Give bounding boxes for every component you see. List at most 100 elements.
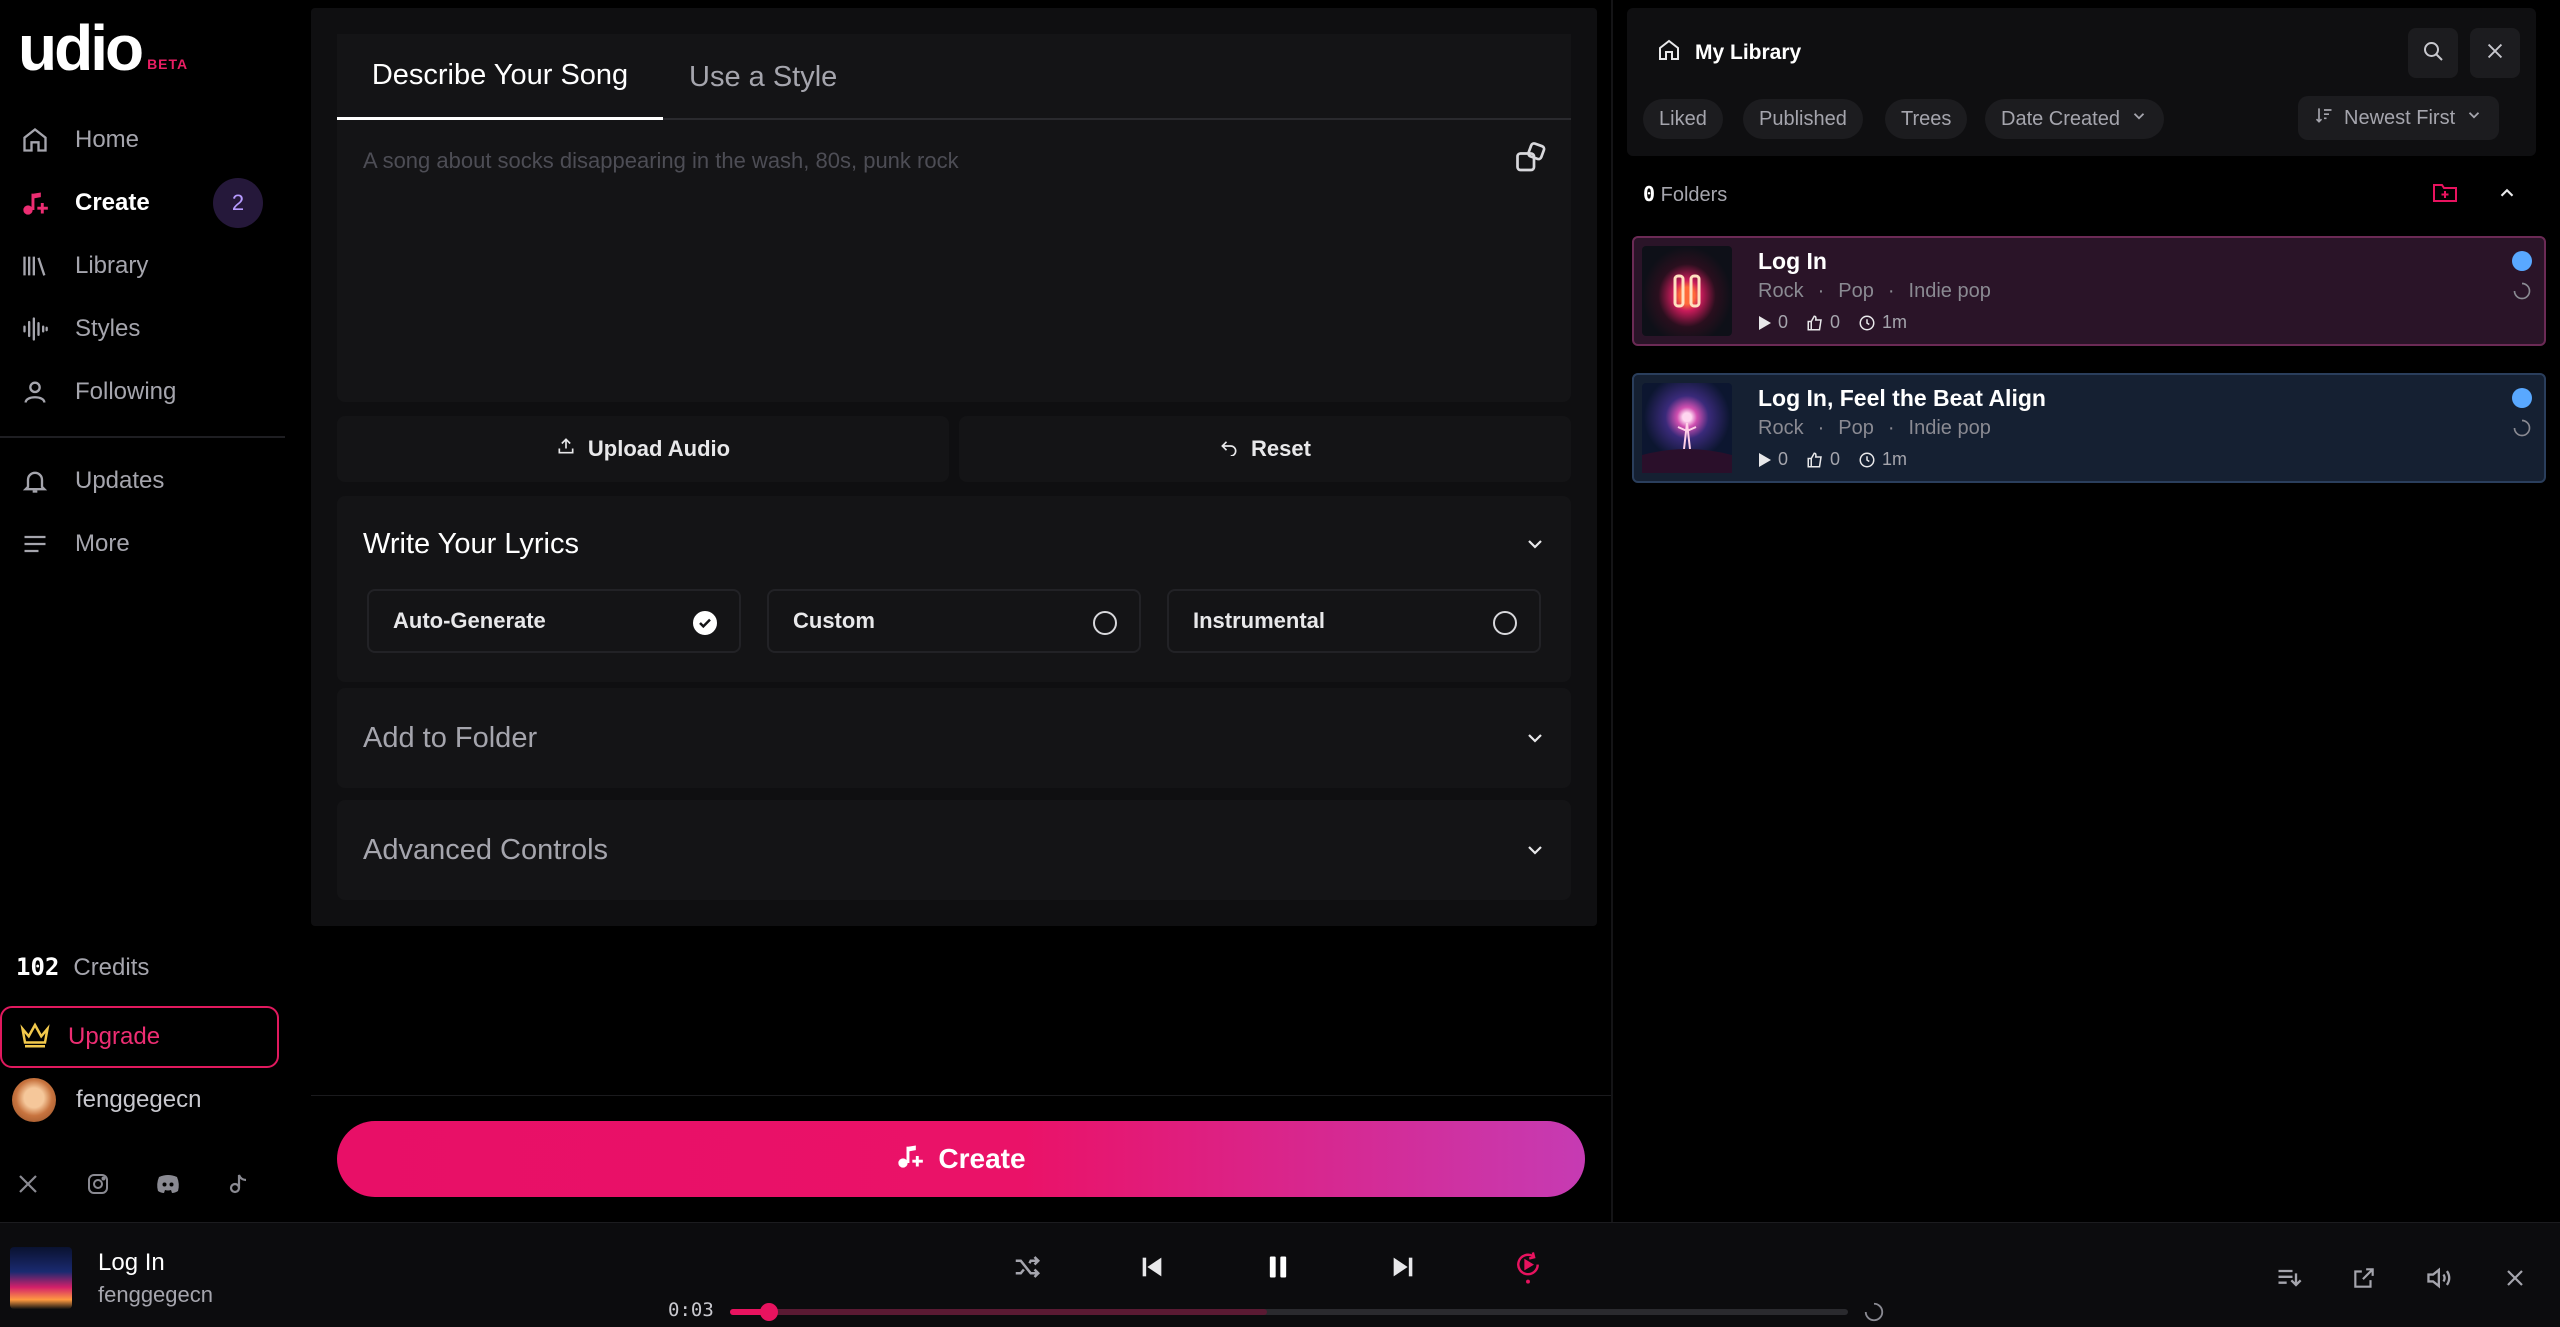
now-playing-title[interactable]: Log In	[98, 1249, 165, 1277]
composer-tabs: Describe Your Song Use a Style	[337, 34, 1571, 120]
create-button[interactable]: Create	[337, 1121, 1585, 1197]
previous-icon[interactable]	[1130, 1245, 1174, 1289]
nav-styles[interactable]: Styles	[0, 301, 285, 357]
folders-count: 0 Folders	[1643, 182, 1727, 207]
tab-describe-your-song[interactable]: Describe Your Song	[337, 34, 663, 120]
music-plus-icon	[896, 1142, 924, 1177]
song-item-log-in[interactable]: Log In Rock · Pop · Indie pop 0 0 1m	[1632, 236, 2546, 346]
nav-following-label: Following	[75, 378, 177, 405]
search-icon	[2421, 39, 2445, 68]
home-icon	[1657, 38, 1681, 68]
filter-published[interactable]: Published	[1743, 99, 1863, 139]
duration-value: 1m	[1882, 449, 1908, 469]
tiktok-icon[interactable]	[224, 1170, 252, 1198]
instagram-icon[interactable]	[84, 1170, 112, 1198]
nav-following[interactable]: Following	[0, 364, 285, 420]
sort-icon	[2314, 105, 2334, 131]
logo-wordmark: udio	[18, 12, 144, 84]
status-dot	[2512, 251, 2532, 271]
search-button[interactable]	[2408, 28, 2458, 78]
song-tag[interactable]: Rock	[1758, 417, 1804, 440]
sidebar: udio BETA Home Create 2 Library Styles F…	[0, 0, 290, 1222]
discord-icon[interactable]	[154, 1170, 182, 1198]
play-count: 0	[1758, 449, 1788, 470]
sort-dropdown[interactable]: Newest First	[2298, 96, 2500, 140]
loading-spinner-icon	[2512, 418, 2532, 438]
filter-liked[interactable]: Liked	[1643, 99, 1723, 139]
song-tag[interactable]: Indie pop	[1909, 417, 1991, 440]
close-player-icon[interactable]	[2498, 1261, 2532, 1295]
filter-date-created[interactable]: Date Created	[1985, 99, 2164, 139]
status-dot	[2512, 388, 2532, 408]
song-title: Log In	[1758, 248, 1827, 274]
song-tag[interactable]: Rock	[1758, 280, 1804, 303]
chevron-down-icon[interactable]	[1523, 532, 1547, 556]
clock-icon	[1859, 315, 1875, 330]
library-icon	[20, 251, 50, 281]
user-profile[interactable]: fenggegecn	[12, 1078, 201, 1122]
song-duration: 1m	[1858, 449, 1907, 470]
like-count-value: 0	[1830, 449, 1841, 469]
loading-spinner-icon	[1863, 1301, 1885, 1323]
nav-more[interactable]: More	[0, 516, 285, 572]
filter-trees[interactable]: Trees	[1885, 99, 1968, 139]
new-folder-icon[interactable]	[2432, 180, 2458, 209]
song-item-log-in-feel-the-beat-align[interactable]: Log In, Feel the Beat Align Rock · Pop · I…	[1632, 373, 2546, 483]
nav-styles-label: Styles	[75, 315, 141, 342]
reset-button[interactable]: Reset	[959, 416, 1571, 482]
radio-icon	[1493, 611, 1517, 635]
user-icon	[20, 377, 50, 407]
external-link-icon[interactable]	[2347, 1261, 2381, 1295]
advanced-controls-section[interactable]: Advanced Controls	[337, 800, 1571, 900]
now-playing-cover[interactable]	[10, 1247, 72, 1309]
progress-handle[interactable]	[760, 1303, 779, 1321]
tag-separator: ·	[1817, 280, 1825, 302]
shuffle-icon[interactable]	[1005, 1245, 1049, 1289]
upgrade-button[interactable]: Upgrade	[0, 1006, 279, 1068]
panel-divider	[1611, 0, 1613, 1222]
song-description-input[interactable]: A song about socks disappearing in the w…	[337, 120, 1571, 402]
nav-home[interactable]: Home	[0, 112, 285, 168]
lyrics-option-instrumental[interactable]: Instrumental	[1167, 589, 1541, 653]
volume-icon[interactable]	[2423, 1261, 2457, 1295]
song-tag[interactable]: Indie pop	[1909, 280, 1991, 303]
next-icon[interactable]	[1381, 1245, 1425, 1289]
lyrics-option-auto-generate[interactable]: Auto-Generate	[367, 589, 741, 653]
nav-create[interactable]: Create 2	[0, 175, 285, 231]
now-playing-artist[interactable]: fenggegecn	[98, 1282, 213, 1308]
nav-library[interactable]: Library	[0, 238, 285, 294]
play-icon	[1759, 452, 1771, 467]
udio-logo[interactable]: udio BETA	[18, 16, 188, 80]
progress-bar[interactable]	[730, 1303, 1848, 1321]
library-header: My Library Liked Published Trees Date Cr…	[1627, 8, 2536, 156]
buffered-fill	[730, 1309, 1267, 1315]
dice-icon[interactable]	[1513, 140, 1549, 176]
close-icon	[2484, 40, 2506, 67]
queue-icon[interactable]	[2272, 1261, 2306, 1295]
song-tag[interactable]: Pop	[1838, 280, 1874, 303]
nav-updates[interactable]: Updates	[0, 453, 285, 509]
song-stats: 0 0 1m	[1758, 449, 1907, 470]
username: fenggegecn	[76, 1086, 202, 1113]
credits-count: 102	[16, 953, 60, 981]
song-tag[interactable]: Pop	[1838, 417, 1874, 440]
close-library-button[interactable]	[2470, 28, 2520, 78]
beta-label: BETA	[147, 56, 189, 72]
pause-icon[interactable]	[1256, 1245, 1300, 1289]
x-icon[interactable]	[14, 1170, 42, 1198]
tag-separator: ·	[1887, 280, 1895, 302]
autoplay-icon[interactable]	[1506, 1245, 1550, 1289]
waveform-icon	[20, 314, 50, 344]
tab-use-a-style[interactable]: Use a Style	[689, 34, 837, 120]
prompt-placeholder: A song about socks disappearing in the w…	[363, 148, 959, 173]
folders-number: 0	[1643, 182, 1656, 206]
chevron-up-icon[interactable]	[2496, 182, 2518, 209]
option-label: Instrumental	[1193, 608, 1326, 633]
lyrics-option-custom[interactable]: Custom	[767, 589, 1141, 653]
add-to-folder-section[interactable]: Add to Folder	[337, 688, 1571, 788]
upload-audio-button[interactable]: Upload Audio	[337, 416, 949, 482]
chevron-down-icon	[1523, 726, 1547, 750]
music-plus-icon	[20, 188, 50, 218]
credits-label: Credits	[73, 954, 150, 981]
elapsed-time: 0:03	[668, 1299, 714, 1321]
